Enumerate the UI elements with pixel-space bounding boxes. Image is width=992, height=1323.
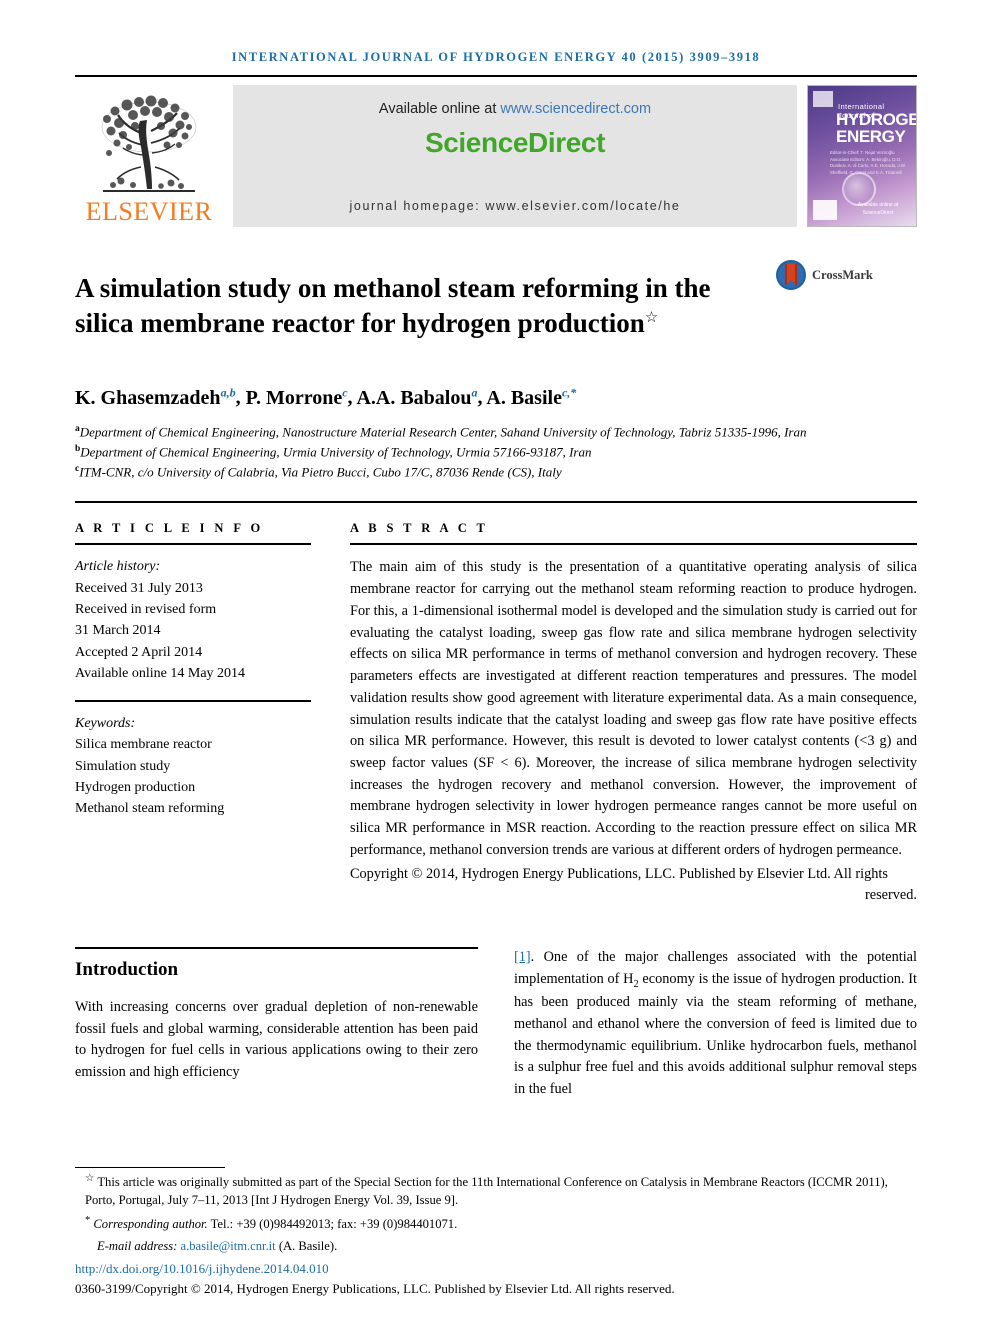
reference-link-1[interactable]: [1]: [514, 949, 531, 965]
author-2-marks: a: [471, 385, 478, 400]
abstract-section-divider: [75, 501, 917, 504]
elsevier-wordmark: ELSEVIER: [85, 197, 213, 226]
author-2[interactable]: A.A. Babaloua: [356, 385, 478, 409]
crossmark-icon: [776, 260, 806, 290]
article-info-rule: [75, 543, 311, 546]
keyword-0[interactable]: Silica membrane reactor: [75, 734, 311, 755]
author-3[interactable]: A. Basilec,*: [486, 385, 577, 409]
journal-cover-thumbnail: International Journal of HYDROGEN ENERGY…: [807, 85, 917, 227]
cover-title-line-2: ENERGY: [836, 127, 906, 147]
keywords-block: Keywords: Silica membrane reactor Simula…: [75, 713, 311, 819]
author-0-marks: a,b: [220, 385, 236, 400]
sciencedirect-url-link[interactable]: www.sciencedirect.com: [500, 101, 651, 117]
affiliation-2: cITM-CNR, c/o University of Calabria, Vi…: [75, 462, 917, 482]
abstract-copyright-text: Copyright © 2014, Hydrogen Energy Public…: [350, 865, 888, 882]
author-2-name: A.A. Babalou: [356, 387, 472, 409]
footnote-block: ☆ This article was originally submitted …: [75, 1167, 917, 1297]
footnote-corresponding-author: * Corresponding author. Tel.: +39 (0)984…: [75, 1214, 917, 1234]
journal-masthead: ELSEVIER Available online at www.science…: [75, 85, 917, 227]
body-column-right: [1]. One of the major challenges associa…: [514, 947, 917, 1115]
cover-publisher-mark: [813, 91, 833, 107]
section-heading-introduction: Introduction: [75, 958, 179, 980]
article-info-column: A R T I C L E I N F O Article history: R…: [75, 521, 311, 907]
email-link[interactable]: a.basile@itm.cnr.it: [180, 1239, 275, 1253]
keyword-1[interactable]: Simulation study: [75, 756, 311, 777]
affiliation-list: aDepartment of Chemical Engineering, Nan…: [75, 422, 917, 481]
sciencedirect-logo[interactable]: ScienceDirect: [425, 127, 605, 159]
title-footnote-marker[interactable]: ☆: [645, 310, 658, 326]
running-head: International Journal of Hydrogen Energy…: [231, 50, 761, 64]
footnote-special-section: ☆ This article was originally submitted …: [75, 1172, 917, 1210]
abstract-heading: A B S T R A C T: [350, 521, 489, 536]
author-3-marks: c,*: [561, 385, 577, 400]
introduction-right-text: . One of the major challenges associated…: [514, 948, 917, 1098]
footnote-corresponding-text: Tel.: +39 (0)984492013; fax: +39 (0)9844…: [207, 1217, 458, 1232]
footnote-star-marker: ☆: [85, 1173, 95, 1185]
keyword-3[interactable]: Methanol steam reforming: [75, 798, 311, 819]
available-online-text: Available online at www.sciencedirect.co…: [379, 101, 651, 117]
email-label: E-mail address:: [97, 1239, 181, 1254]
affiliation-0-text: Department of Chemical Engineering, Nano…: [79, 424, 807, 440]
keywords-label: Keywords:: [75, 716, 136, 732]
cover-journal-title: HYDROGEN ENERGY: [836, 111, 916, 147]
title-row: A simulation study on methanol steam ref…: [75, 253, 917, 359]
author-list: K. Ghasemzadeha,b, P. Morronec, A.A. Bab…: [75, 385, 577, 409]
keyword-2[interactable]: Hydrogen production: [75, 777, 311, 798]
footnote-divider: [75, 1167, 225, 1169]
cover-title-line-1: HYDROGEN: [836, 110, 916, 129]
history-item-1: Received in revised form: [75, 602, 217, 618]
affiliation-1-text: Department of Chemical Engineering, Urmi…: [80, 444, 592, 460]
author-0[interactable]: K. Ghasemzadeha,b: [75, 385, 236, 409]
article-history: Article history: Received 31 July 2013 R…: [75, 556, 311, 684]
crossmark-label: CrossMark: [812, 267, 873, 282]
keywords-rule: [75, 700, 311, 703]
article-title-text: A simulation study on methanol steam ref…: [75, 273, 711, 339]
history-item-0: Received 31 July 2013: [75, 580, 203, 596]
issn-copyright-line: 0360-3199/Copyright © 2014, Hydrogen Ene…: [75, 1281, 675, 1296]
email-suffix: (A. Basile).: [275, 1239, 338, 1254]
author-1-marks: c: [342, 385, 348, 400]
available-online-prefix: Available online at: [378, 101, 501, 117]
introduction-paragraph-right: [1]. One of the major challenges associa…: [514, 947, 917, 1101]
article-history-label: Article history:: [75, 559, 161, 575]
affiliation-2-text: ITM-CNR, c/o University of Calabria, Via…: [79, 463, 562, 479]
article-page: International Journal of Hydrogen Energy…: [0, 0, 992, 1323]
doi-link-wrapper: http://dx.doi.org/10.1016/j.ijhydene.201…: [75, 1261, 917, 1277]
author-3-name: A. Basile: [486, 387, 562, 409]
footnote-corresponding-marker: *: [85, 1215, 91, 1227]
footnote-star-text: This article was originally submitted as…: [85, 1175, 888, 1208]
journal-homepage-text[interactable]: journal homepage: www.elsevier.com/locat…: [233, 199, 797, 213]
elsevier-tree-icon: [101, 95, 197, 192]
history-item-3: Accepted 2 April 2014: [75, 644, 203, 660]
abstract-copyright-tail: reserved.: [865, 887, 917, 904]
history-item-2: 31 March 2014: [75, 623, 161, 639]
article-title: A simulation study on methanol steam ref…: [75, 271, 775, 341]
body-columns: Introduction With increasing concerns ov…: [75, 946, 917, 1115]
body-column-left: Introduction With increasing concerns ov…: [75, 946, 478, 1115]
abstract-column: A B S T R A C T The main aim of this stu…: [350, 521, 917, 907]
abstract-rule: [350, 543, 917, 546]
introduction-paragraph-left: With increasing concerns over gradual de…: [75, 998, 478, 1081]
header-divider: [75, 75, 917, 77]
info-abstract-row: A R T I C L E I N F O Article history: R…: [75, 521, 917, 907]
article-info-heading: A R T I C L E I N F O: [75, 521, 264, 536]
elsevier-logo: ELSEVIER: [75, 85, 223, 227]
footnote-corresponding-label: Corresponding author.: [93, 1217, 208, 1232]
author-1[interactable]: P. Morronec: [245, 385, 348, 409]
affiliation-1: bDepartment of Chemical Engineering, Urm…: [75, 442, 917, 462]
cover-ihe-mark: [813, 200, 837, 220]
abstract-text: The main aim of this study is the presen…: [350, 559, 917, 858]
author-0-name: K. Ghasemzadeh: [75, 387, 221, 409]
footnote-email: E-mail address: a.basile@itm.cnr.it (A. …: [75, 1238, 917, 1256]
cover-editors: Editor-in-Chief: T. Nejat Veziroğlu Asso…: [830, 150, 907, 175]
abstract-copyright: Copyright © 2014, Hydrogen Energy Public…: [350, 864, 917, 907]
author-1-name: P. Morrone: [245, 387, 343, 409]
crossmark-badge[interactable]: CrossMark: [775, 259, 873, 291]
doi-link[interactable]: http://dx.doi.org/10.1016/j.ijhydene.201…: [75, 1261, 329, 1276]
history-item-4: Available online 14 May 2014: [75, 665, 246, 681]
sciencedirect-banner: Available online at www.sciencedirect.co…: [233, 85, 797, 227]
introduction-rule: [75, 946, 478, 949]
cover-sciencedirect-footer: Available online at ScienceDirect: [857, 202, 899, 216]
affiliation-0: aDepartment of Chemical Engineering, Nan…: [75, 422, 917, 442]
